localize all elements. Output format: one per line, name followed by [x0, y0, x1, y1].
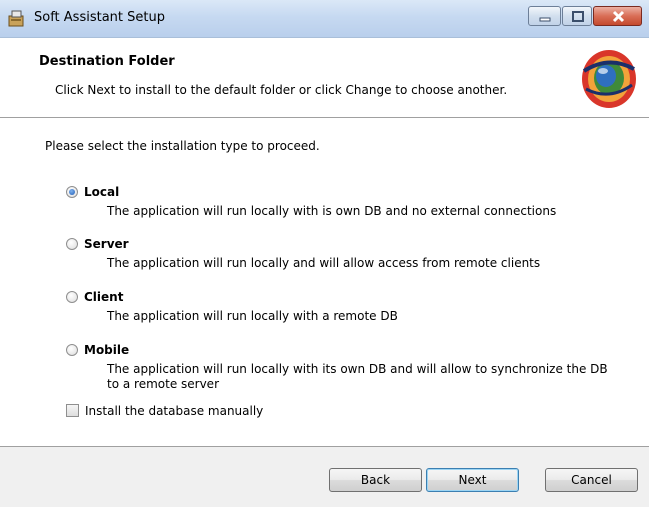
option-local-description: The application will run locally with is…: [107, 204, 557, 218]
radio-client[interactable]: [66, 291, 78, 303]
wizard-footer: Back Next Cancel: [0, 446, 649, 507]
close-icon: [612, 10, 625, 23]
option-client-description: The application will run locally with a …: [107, 309, 398, 323]
maximize-icon: [572, 11, 584, 22]
cancel-button[interactable]: Cancel: [545, 468, 638, 492]
installer-icon: [8, 10, 24, 27]
close-button[interactable]: [593, 6, 642, 26]
prompt-text: Please select the installation type to p…: [45, 139, 320, 153]
radio-mobile[interactable]: [66, 344, 78, 356]
option-mobile-label[interactable]: Mobile: [84, 343, 129, 357]
window-title: Soft Assistant Setup: [34, 10, 165, 25]
minimize-icon: [539, 17, 551, 22]
wizard-header: Destination Folder Click Next to install…: [0, 38, 649, 118]
installation-type-panel: Please select the installation type to p…: [0, 118, 649, 445]
page-subtitle: Click Next to install to the default fol…: [55, 83, 508, 97]
next-button[interactable]: Next: [426, 468, 519, 492]
radio-server[interactable]: [66, 238, 78, 250]
option-local-label[interactable]: Local: [84, 185, 119, 199]
globe-logo-icon: [582, 50, 636, 108]
minimize-button[interactable]: [528, 6, 561, 26]
option-client-label[interactable]: Client: [84, 290, 123, 304]
option-mobile-description: The application will run locally with it…: [107, 362, 608, 391]
radio-local[interactable]: [66, 186, 78, 198]
page-title: Destination Folder: [39, 54, 175, 69]
title-bar[interactable]: Soft Assistant Setup: [0, 0, 649, 38]
option-server-description: The application will run locally and wil…: [107, 256, 541, 270]
manual-db-label[interactable]: Install the database manually: [85, 404, 263, 418]
manual-db-checkbox[interactable]: [66, 404, 79, 417]
maximize-button[interactable]: [562, 6, 592, 26]
option-server-label[interactable]: Server: [84, 237, 129, 251]
back-button[interactable]: Back: [329, 468, 422, 492]
